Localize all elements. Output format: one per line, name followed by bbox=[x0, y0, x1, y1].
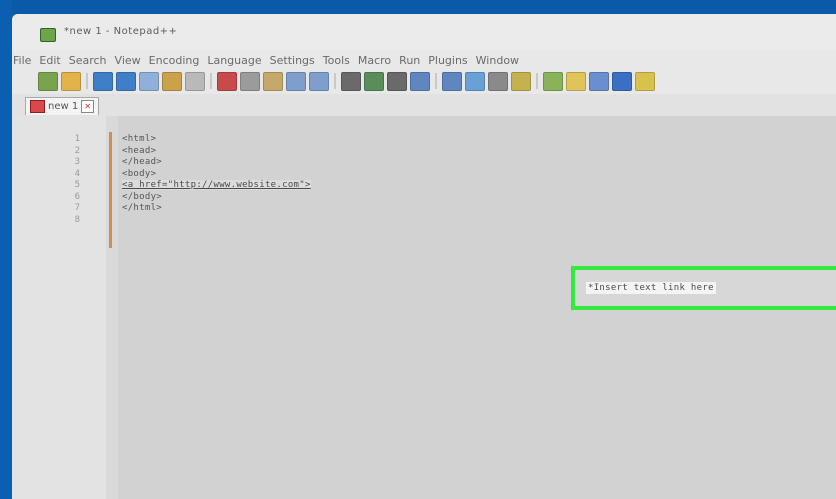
code-line[interactable]: <head> bbox=[122, 146, 156, 156]
line-number: 3 bbox=[74, 157, 80, 167]
code-line[interactable]: <body> bbox=[122, 169, 156, 179]
sync-h-icon[interactable] bbox=[465, 71, 485, 91]
toolbar-separator bbox=[536, 73, 538, 89]
replace-icon[interactable] bbox=[364, 71, 384, 91]
save-all-icon[interactable] bbox=[116, 71, 136, 91]
tab-bar: new 1 ✕ bbox=[12, 94, 836, 116]
toolbar-separator bbox=[210, 73, 212, 89]
paste-icon[interactable] bbox=[263, 71, 283, 91]
line-number: 2 bbox=[74, 145, 80, 156]
tab-label: new 1 bbox=[48, 101, 79, 112]
fold-margin[interactable] bbox=[106, 116, 118, 499]
menu-view[interactable]: View bbox=[114, 54, 142, 67]
menu-bar: File Edit Search View Encoding Language Settin… bbox=[12, 51, 836, 69]
highlight-box: *Insert text link here bbox=[571, 266, 836, 310]
doc-map-icon[interactable] bbox=[566, 71, 586, 91]
monitor-icon[interactable] bbox=[635, 71, 655, 91]
wrap-icon[interactable] bbox=[488, 71, 508, 91]
menu-tools[interactable]: Tools bbox=[322, 54, 351, 67]
open-icon[interactable] bbox=[61, 71, 81, 91]
menu-search[interactable]: Search bbox=[68, 54, 108, 67]
zoom-out-icon[interactable] bbox=[410, 71, 430, 91]
title-bar: *new 1 - Notepad++ bbox=[12, 14, 836, 50]
code-line[interactable]: </head> bbox=[122, 157, 162, 167]
toolbar bbox=[38, 70, 836, 92]
notepad-app-icon bbox=[40, 28, 56, 42]
menu-macro[interactable]: Macro bbox=[357, 54, 392, 67]
show-all-icon[interactable] bbox=[511, 71, 531, 91]
tab-new-1[interactable]: new 1 ✕ bbox=[25, 97, 100, 115]
indent-guide-icon[interactable] bbox=[543, 71, 563, 91]
menu-file[interactable]: File bbox=[12, 54, 32, 67]
notepad-window: *new 1 - Notepad++ File Edit Search View Enc… bbox=[12, 14, 836, 499]
menu-window[interactable]: Window bbox=[475, 54, 520, 67]
cut-icon[interactable] bbox=[217, 71, 237, 91]
menu-settings[interactable]: Settings bbox=[269, 54, 316, 67]
menu-language[interactable]: Language bbox=[206, 54, 262, 67]
line-number: 1 bbox=[74, 134, 80, 144]
sync-v-icon[interactable] bbox=[442, 71, 462, 91]
code-line[interactable]: </body> bbox=[122, 192, 162, 202]
desktop-background bbox=[0, 0, 836, 14]
function-list-icon[interactable] bbox=[589, 71, 609, 91]
save-icon[interactable] bbox=[93, 71, 113, 91]
unsaved-file-icon bbox=[30, 100, 45, 113]
line-number: 7 bbox=[74, 203, 80, 213]
close-all-icon[interactable] bbox=[162, 71, 182, 91]
menu-encoding[interactable]: Encoding bbox=[148, 54, 201, 67]
close-icon[interactable] bbox=[139, 71, 159, 91]
toolbar-separator bbox=[435, 73, 437, 89]
toolbar-separator bbox=[334, 73, 336, 89]
window-title: *new 1 - Notepad++ bbox=[64, 26, 178, 37]
redo-icon[interactable] bbox=[309, 71, 329, 91]
line-number: 8 bbox=[74, 214, 80, 225]
close-tab-icon[interactable]: ✕ bbox=[81, 100, 95, 113]
line-number: 6 bbox=[74, 191, 80, 202]
menu-run[interactable]: Run bbox=[398, 54, 421, 67]
line-number: 4 bbox=[74, 168, 80, 179]
zoom-in-icon[interactable] bbox=[387, 71, 407, 91]
menu-plugins[interactable]: Plugins bbox=[427, 54, 468, 67]
copy-icon[interactable] bbox=[240, 71, 260, 91]
highlighted-link-text: *Insert text link here bbox=[586, 282, 716, 294]
new-icon[interactable] bbox=[38, 71, 58, 91]
desktop-edge bbox=[0, 0, 12, 499]
undo-icon[interactable] bbox=[286, 71, 306, 91]
code-line[interactable]: <html> bbox=[122, 134, 156, 144]
print-icon[interactable] bbox=[185, 71, 205, 91]
line-number: 5 bbox=[74, 180, 80, 190]
menu-edit[interactable]: Edit bbox=[38, 54, 61, 67]
fold-indicator bbox=[109, 132, 112, 248]
toolbar-separator bbox=[86, 73, 88, 89]
editor-pane[interactable]: 12345678 <html> <head> </head> <body> <a hre… bbox=[12, 116, 836, 499]
code-line[interactable]: <a href="http://www.website.com"> bbox=[122, 180, 311, 190]
line-number-gutter bbox=[12, 116, 106, 499]
code-line[interactable]: </html> bbox=[122, 203, 162, 213]
find-icon[interactable] bbox=[341, 71, 361, 91]
folder-workspace-icon[interactable] bbox=[612, 71, 632, 91]
